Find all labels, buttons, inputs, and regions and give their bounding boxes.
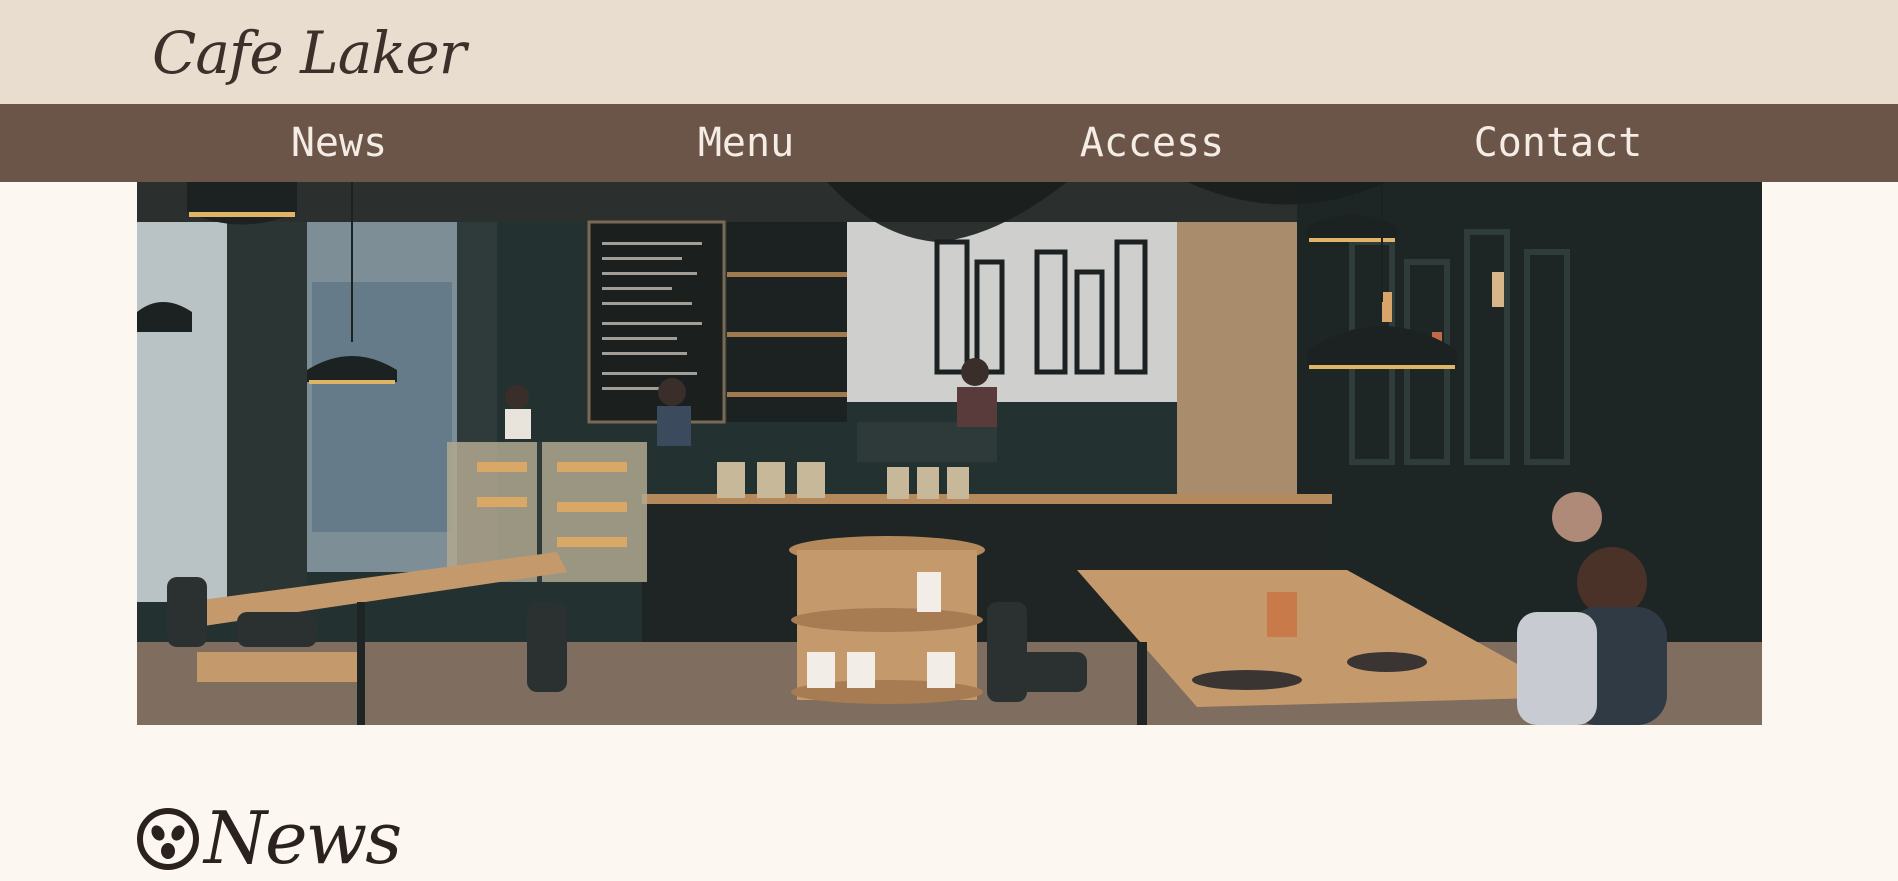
news-section-title: News [204,796,402,880]
site-logo[interactable]: Cafe Laker [152,8,466,98]
news-section-heading: News [136,796,402,881]
nav-item-access[interactable]: Access [1080,104,1225,182]
main-nav: News Menu Access Contact [0,104,1898,182]
site-header: Cafe Laker [0,0,1898,104]
nav-item-menu[interactable]: Menu [698,104,794,182]
nav-item-news[interactable]: News [291,104,387,182]
nav-item-contact[interactable]: Contact [1474,104,1643,182]
hero-image [137,182,1762,725]
coffee-bean-icon [137,807,199,870]
